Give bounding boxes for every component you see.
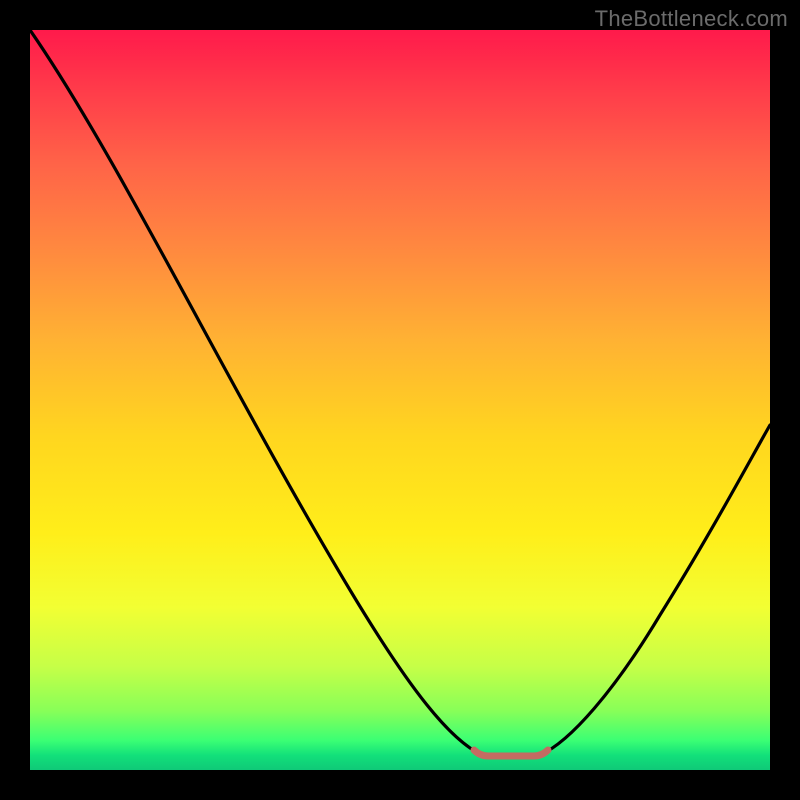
watermark-text: TheBottleneck.com (595, 6, 788, 32)
plot-gradient-background (30, 30, 770, 770)
chart-frame: TheBottleneck.com (0, 0, 800, 800)
